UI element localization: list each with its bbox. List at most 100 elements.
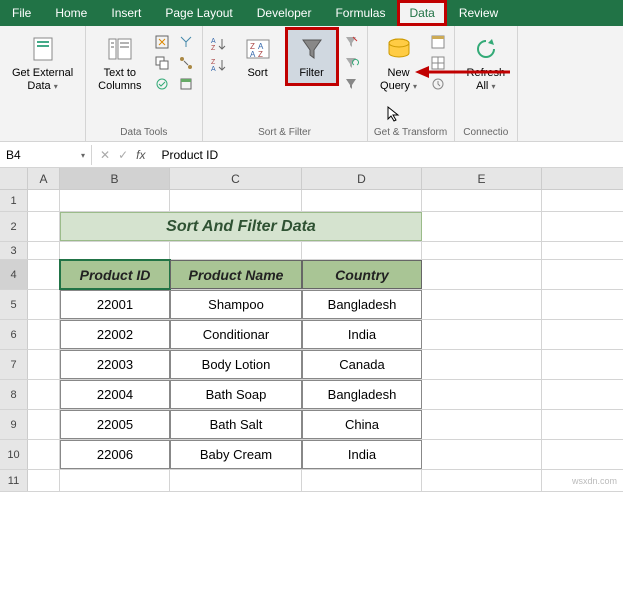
cell-name[interactable]: Bath Soap — [170, 380, 302, 409]
sort-asc-icon[interactable]: AZ — [209, 35, 229, 53]
col-header-e[interactable]: E — [422, 168, 542, 189]
sort-button[interactable]: ZAAZ Sort — [233, 29, 283, 84]
row-header-6[interactable]: 6 — [0, 320, 28, 349]
cell-country[interactable]: China — [302, 410, 422, 439]
spreadsheet-grid: A B C D E 1 2 Sort And Filter Data 3 4 P… — [0, 168, 623, 492]
get-external-data-button[interactable]: Get External Data ▾ — [6, 29, 79, 97]
sort-desc-icon[interactable]: ZA — [209, 56, 229, 74]
tab-home[interactable]: Home — [43, 0, 99, 26]
manage-data-model-icon[interactable] — [176, 75, 196, 93]
relationships-icon[interactable] — [176, 54, 196, 72]
cell-id[interactable]: 22004 — [60, 380, 170, 409]
col-header-b[interactable]: B — [60, 168, 170, 189]
name-box-value: B4 — [6, 148, 21, 162]
data-tools-small-icons-1 — [152, 29, 172, 93]
row-header-3[interactable]: 3 — [0, 242, 28, 259]
tab-review[interactable]: Review — [447, 0, 510, 26]
column-headers: A B C D E — [0, 168, 623, 190]
title-cell[interactable]: Sort And Filter Data — [60, 212, 422, 241]
row-header-4[interactable]: 4 — [0, 260, 28, 289]
show-queries-icon[interactable] — [428, 33, 448, 51]
text-to-columns-label: Text to Columns — [98, 67, 141, 93]
data-tools-group-label: Data Tools — [92, 125, 195, 141]
accept-formula-icon[interactable]: ✓ — [118, 148, 128, 162]
cell-country[interactable]: Bangladesh — [302, 290, 422, 319]
row-header-8[interactable]: 8 — [0, 380, 28, 409]
clear-filter-icon[interactable] — [341, 33, 361, 51]
svg-text:A: A — [250, 50, 256, 59]
new-query-label: New Query ▾ — [380, 67, 417, 93]
sort-icon: ZAAZ — [242, 33, 274, 65]
table-row: 5 22001 Shampoo Bangladesh — [0, 290, 623, 320]
cell-name[interactable]: Conditionar — [170, 320, 302, 349]
new-query-icon — [383, 33, 415, 65]
tab-file[interactable]: File — [0, 0, 43, 26]
cancel-formula-icon[interactable]: ✕ — [100, 148, 110, 162]
cell-name[interactable]: Shampoo — [170, 290, 302, 319]
refresh-all-button[interactable]: Refresh All ▾ — [461, 29, 512, 97]
col-header-c[interactable]: C — [170, 168, 302, 189]
cell-id[interactable]: 22001 — [60, 290, 170, 319]
cell-id[interactable]: 22005 — [60, 410, 170, 439]
name-box-dropdown-icon[interactable]: ▾ — [81, 151, 85, 160]
refresh-all-icon — [470, 33, 502, 65]
tab-developer[interactable]: Developer — [245, 0, 324, 26]
remove-duplicates-icon[interactable] — [152, 54, 172, 72]
cell-id[interactable]: 22006 — [60, 440, 170, 469]
tab-insert[interactable]: Insert — [99, 0, 153, 26]
row-header-1[interactable]: 1 — [0, 190, 28, 211]
svg-text:A: A — [211, 66, 216, 73]
cell-id[interactable]: 22002 — [60, 320, 170, 349]
new-query-button[interactable]: New Query ▾ — [374, 29, 424, 97]
filter-button[interactable]: Filter — [287, 29, 337, 84]
cell-name[interactable]: Bath Salt — [170, 410, 302, 439]
cell-id[interactable]: 22003 — [60, 350, 170, 379]
cell-name[interactable]: Body Lotion — [170, 350, 302, 379]
recent-sources-icon[interactable] — [428, 75, 448, 93]
flash-fill-icon[interactable] — [152, 33, 172, 51]
reapply-filter-icon[interactable] — [341, 54, 361, 72]
name-box[interactable]: B4 ▾ — [0, 145, 92, 165]
col-header-d[interactable]: D — [302, 168, 422, 189]
grid-row-2: 2 Sort And Filter Data — [0, 212, 623, 242]
cell-name[interactable]: Baby Cream — [170, 440, 302, 469]
row-header-10[interactable]: 10 — [0, 440, 28, 469]
cell-country[interactable]: India — [302, 440, 422, 469]
from-table-icon[interactable] — [428, 54, 448, 72]
row-header-2[interactable]: 2 — [0, 212, 28, 241]
filter-small-icons — [341, 29, 361, 93]
formula-buttons: ✕ ✓ fx — [92, 148, 153, 162]
table-row: 9 22005 Bath Salt China — [0, 410, 623, 440]
advanced-filter-icon[interactable] — [341, 75, 361, 93]
sort-filter-group-label: Sort & Filter — [209, 125, 361, 141]
table-row: 8 22004 Bath Soap Bangladesh — [0, 380, 623, 410]
col-header-a[interactable]: A — [28, 168, 60, 189]
row-header-11[interactable]: 11 — [0, 470, 28, 491]
formula-input[interactable]: Product ID — [153, 145, 623, 165]
cell-country[interactable]: India — [302, 320, 422, 349]
tab-formulas[interactable]: Formulas — [323, 0, 397, 26]
consolidate-icon[interactable] — [176, 33, 196, 51]
ribbon: Get External Data ▾ Text to Columns — [0, 26, 623, 142]
grid-row-11: 11 — [0, 470, 623, 492]
row-header-7[interactable]: 7 — [0, 350, 28, 379]
header-country[interactable]: Country — [302, 260, 422, 289]
watermark: wsxdn.com — [572, 476, 617, 486]
fx-icon[interactable]: fx — [136, 148, 145, 162]
tab-data[interactable]: Data — [397, 0, 446, 26]
group-label-spacer — [6, 125, 79, 141]
text-to-columns-button[interactable]: Text to Columns — [92, 29, 147, 97]
data-validation-icon[interactable] — [152, 75, 172, 93]
cell-country[interactable]: Canada — [302, 350, 422, 379]
cell-country[interactable]: Bangladesh — [302, 380, 422, 409]
header-product-id[interactable]: Product ID — [60, 260, 170, 289]
row-header-5[interactable]: 5 — [0, 290, 28, 319]
svg-text:Z: Z — [258, 50, 263, 59]
header-product-name[interactable]: Product Name — [170, 260, 302, 289]
grid-row-1: 1 — [0, 190, 623, 212]
row-header-9[interactable]: 9 — [0, 410, 28, 439]
get-transform-small-icons — [428, 29, 448, 93]
select-all-corner[interactable] — [0, 168, 28, 189]
tab-page-layout[interactable]: Page Layout — [153, 0, 244, 26]
get-external-data-icon — [27, 33, 59, 65]
